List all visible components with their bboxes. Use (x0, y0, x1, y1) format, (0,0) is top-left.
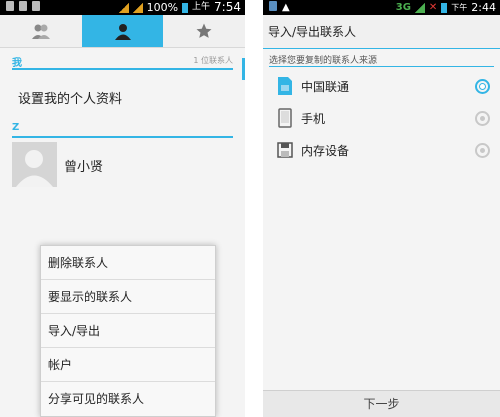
status-bar: ▲ 3G ✕ 下午 2:44 (263, 0, 500, 15)
scrollbar[interactable] (242, 58, 245, 80)
divider (269, 66, 494, 67)
phone-icon (278, 108, 292, 128)
radio-unselected[interactable] (475, 143, 490, 158)
signal-icon (414, 2, 425, 13)
source-option-sim[interactable]: 中国联通 (263, 71, 500, 101)
clock: 7:54 (214, 0, 241, 14)
menu-item-import-export[interactable]: 导入/导出 (41, 314, 215, 348)
tab-groups[interactable] (0, 15, 82, 47)
voicemail-icon (32, 1, 40, 11)
warning-icon: ▲ (282, 2, 290, 13)
avatar[interactable] (12, 142, 57, 187)
radio-selected[interactable] (475, 79, 490, 94)
sd-card-icon (19, 1, 27, 11)
contact-count: 1 位联系人 (193, 56, 233, 65)
contact-name[interactable]: 曾小贤 (64, 156, 103, 175)
notification-icon (269, 1, 277, 11)
usb-icon (6, 1, 14, 11)
menu-item-share-visible-contacts[interactable]: 分享可见的联系人 (41, 382, 215, 416)
menu-item-delete-contacts[interactable]: 删除联系人 (41, 246, 215, 280)
section-header-z: Z (12, 122, 233, 138)
no-signal-icon: ✕ (428, 2, 438, 13)
source-option-storage[interactable]: 内存设备 (263, 135, 500, 165)
source-prompt: 选择您要复制的联系人来源 (269, 56, 378, 66)
groups-icon (31, 24, 50, 39)
import-export-screen: ▲ 3G ✕ 下午 2:44 导入/导出联系人 选择您要复制的联系人来源 中国联… (263, 0, 500, 417)
person-icon (114, 24, 131, 40)
next-button[interactable]: 下一步 (263, 390, 500, 417)
setup-profile-item[interactable]: 设置我的个人资料 (18, 88, 122, 107)
time-prefix: 下午 (451, 3, 468, 12)
battery-icon (441, 2, 448, 13)
default-avatar-icon (16, 150, 53, 187)
clock: 2:44 (471, 1, 496, 14)
menu-item-accounts[interactable]: 帐户 (41, 348, 215, 382)
section-letter: Z (12, 122, 20, 133)
source-option-phone[interactable]: 手机 (263, 103, 500, 133)
contacts-screen: 100% 上午 7:54 我 1 位联系人 设置我的个人资料 Z 曾小贤 删除联… (0, 0, 245, 417)
source-label: 内存设备 (301, 144, 350, 158)
signal-icon (118, 2, 129, 13)
page-title: 导入/导出联系人 (263, 15, 500, 49)
contacts-tab-bar (0, 15, 245, 48)
tab-contacts[interactable] (81, 15, 164, 47)
tab-favorites[interactable] (163, 15, 245, 47)
source-label: 手机 (301, 112, 326, 126)
status-bar: 100% 上午 7:54 (0, 0, 245, 15)
network-type: 3G (395, 2, 411, 13)
radio-unselected[interactable] (475, 111, 490, 126)
signal-icon-2 (132, 2, 143, 13)
battery-icon (182, 2, 189, 13)
battery-percent: 100% (146, 1, 179, 14)
time-prefix: 上午 (192, 2, 211, 12)
menu-item-contacts-to-display[interactable]: 要显示的联系人 (41, 280, 215, 314)
options-menu: 删除联系人 要显示的联系人 导入/导出 帐户 分享可见的联系人 (40, 245, 216, 417)
sim-card-icon (278, 77, 292, 95)
storage-icon (277, 142, 293, 158)
section-header-me: 我 1 位联系人 (12, 54, 233, 70)
source-label: 中国联通 (301, 80, 350, 94)
star-icon (196, 23, 212, 38)
section-letter: 我 (12, 58, 22, 69)
